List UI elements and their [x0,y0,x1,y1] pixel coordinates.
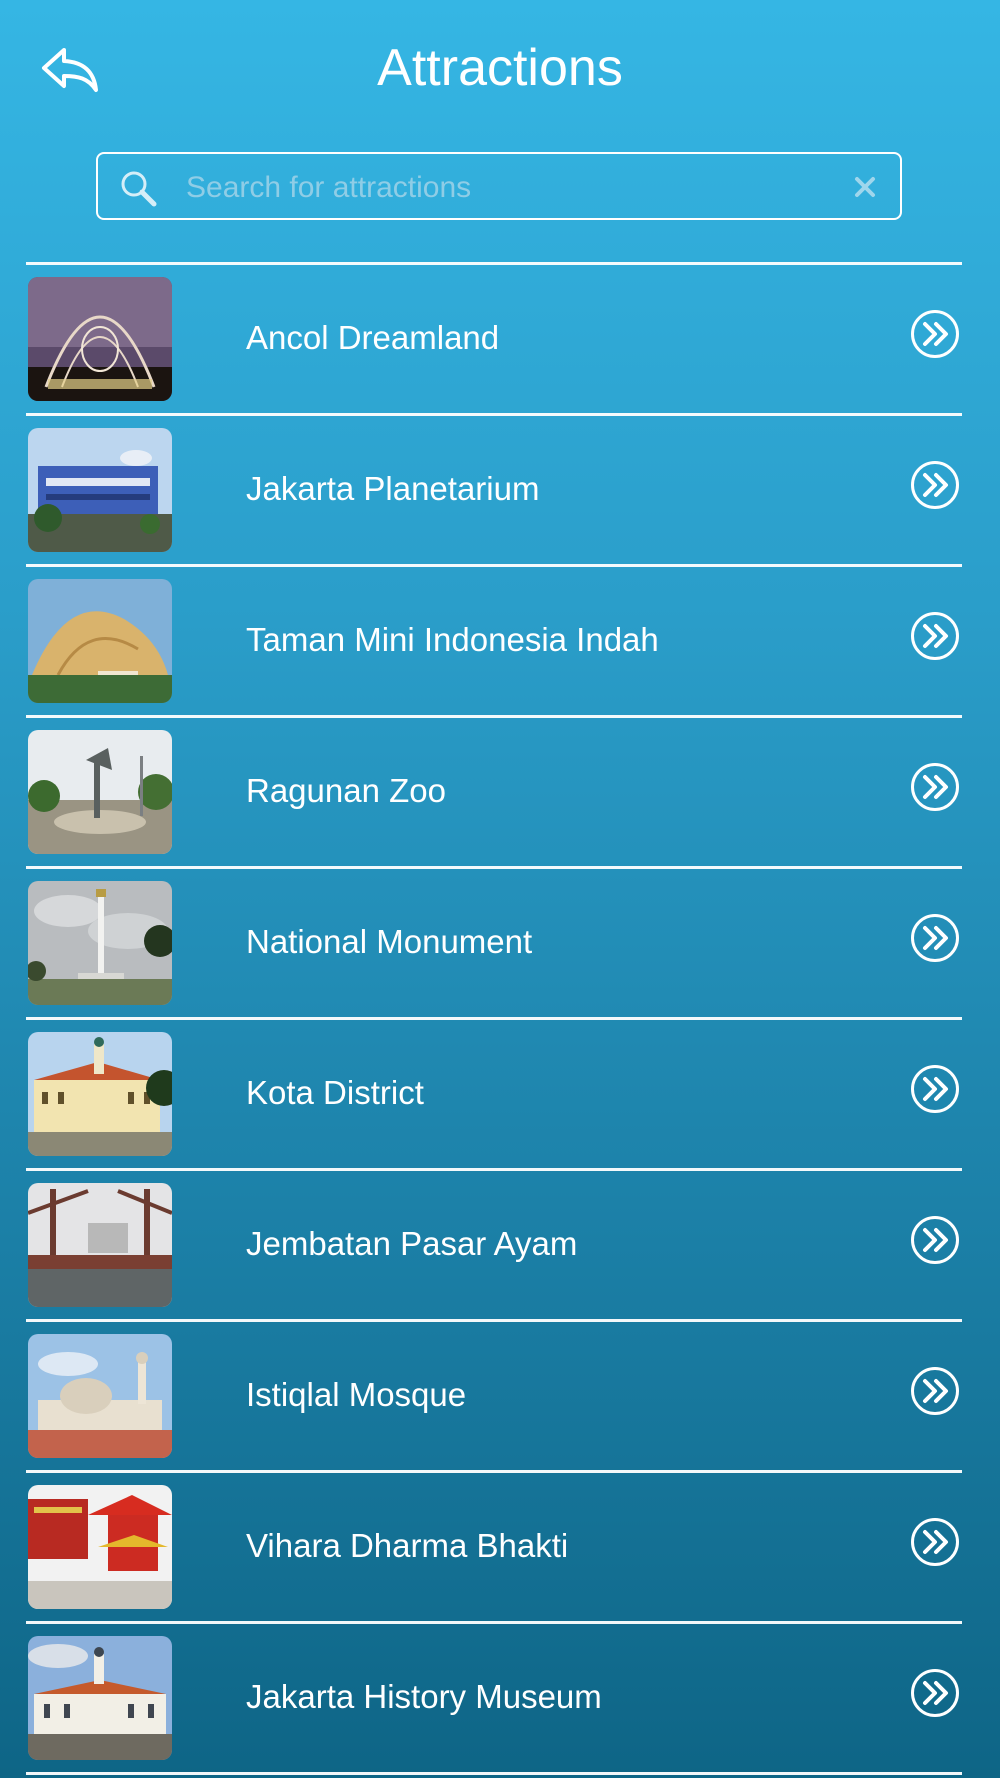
attraction-thumbnail [28,1334,172,1458]
attraction-thumbnail [28,428,172,552]
list-item[interactable]: National Monument [26,869,962,1017]
chevron-double-right-icon[interactable] [910,460,960,510]
chevron-double-right-icon[interactable] [910,1215,960,1265]
list-item[interactable]: Ragunan Zoo [26,718,962,866]
attraction-name: Istiqlal Mosque [246,1376,467,1413]
list-item[interactable]: Kota District [26,1020,962,1168]
attraction-name: Taman Mini Indonesia Indah [246,621,659,658]
attraction-name: Jembatan Pasar Ayam [246,1225,578,1262]
list-item[interactable]: Jembatan Pasar Ayam [26,1171,962,1319]
list-item[interactable]: Jakarta History Museum [26,1624,962,1772]
chevron-double-right-icon[interactable] [910,762,960,812]
attraction-thumbnail [28,1485,172,1609]
attractions-list: Ancol Dreamland Jakarta Planetarium Taman … [26,262,962,1775]
attraction-thumbnail [28,1636,172,1760]
list-item[interactable]: Istiqlal Mosque [26,1322,962,1470]
attraction-thumbnail [28,881,172,1005]
attraction-name: Ancol Dreamland [246,319,500,356]
attraction-name: Jakarta History Museum [246,1678,602,1715]
search-input[interactable] [184,162,828,214]
search-icon [121,171,157,207]
header: Attractions [0,0,1000,140]
list-item[interactable]: Ancol Dreamland [26,265,962,413]
attraction-thumbnail [28,730,172,854]
attraction-thumbnail [28,579,172,703]
attraction-thumbnail [28,1183,172,1307]
chevron-double-right-icon[interactable] [910,1064,960,1114]
search-bar [96,152,902,220]
chevron-double-right-icon[interactable] [910,913,960,963]
attraction-name: Kota District [246,1074,424,1111]
divider [26,1772,962,1775]
page-title: Attractions [377,39,623,97]
chevron-double-right-icon[interactable] [910,1517,960,1567]
chevron-double-right-icon[interactable] [910,1668,960,1718]
attraction-thumbnail [28,1032,172,1156]
chevron-double-right-icon[interactable] [910,309,960,359]
close-icon[interactable] [850,172,880,202]
attraction-name: Jakarta Planetarium [246,470,540,507]
chevron-double-right-icon[interactable] [910,1366,960,1416]
chevron-double-right-icon[interactable] [910,611,960,661]
attraction-thumbnail [28,277,172,401]
attraction-name: Ragunan Zoo [246,772,446,809]
list-item[interactable]: Taman Mini Indonesia Indah [26,567,962,715]
list-item[interactable]: Jakarta Planetarium [26,416,962,564]
attraction-name: Vihara Dharma Bhakti [246,1527,569,1564]
list-item[interactable]: Vihara Dharma Bhakti [26,1473,962,1621]
attraction-name: National Monument [246,923,533,960]
